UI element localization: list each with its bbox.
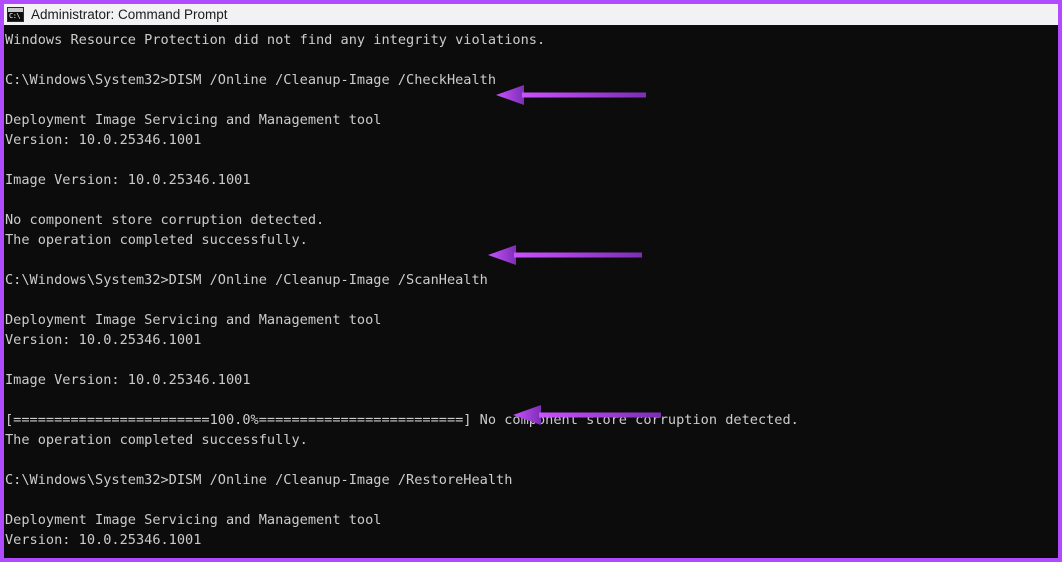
terminal-line: Deployment Image Servicing and Managemen… bbox=[5, 312, 382, 328]
terminal-line: Version: 10.0.25346.1001 bbox=[5, 332, 202, 348]
terminal-line: No component store corruption detected. bbox=[5, 212, 325, 228]
terminal-line: The operation completed successfully. bbox=[5, 432, 308, 448]
terminal-line: Image Version: 10.0.25346.1001 bbox=[5, 172, 251, 188]
terminal-line: Version: 10.0.25346.1001 bbox=[5, 132, 202, 148]
title-bar[interactable]: C:\ Administrator: Command Prompt bbox=[4, 0, 1058, 25]
terminal-line: [========================100.0%=========… bbox=[5, 412, 799, 428]
console-icon-label: C:\ bbox=[9, 12, 21, 20]
terminal-line: The operation completed successfully. bbox=[5, 232, 308, 248]
console-output-area[interactable]: Windows Resource Protection did not find… bbox=[4, 25, 1058, 554]
terminal-line: Image Version: 10.0.25346.1001 bbox=[5, 372, 251, 388]
command-prompt-window: C:\ Administrator: Command Prompt Window… bbox=[0, 0, 1062, 562]
terminal-line: Version: 10.0.25346.1001 bbox=[5, 532, 202, 548]
terminal-line: C:\Windows\System32>DISM /Online /Cleanu… bbox=[5, 472, 513, 488]
window-title: Administrator: Command Prompt bbox=[31, 6, 228, 22]
terminal-line: Deployment Image Servicing and Managemen… bbox=[5, 512, 382, 528]
terminal-line: Deployment Image Servicing and Managemen… bbox=[5, 112, 382, 128]
terminal-line: C:\Windows\System32>DISM /Online /Cleanu… bbox=[5, 72, 497, 88]
terminal-line: C:\Windows\System32>DISM /Online /Cleanu… bbox=[5, 272, 488, 288]
console-icon: C:\ bbox=[7, 7, 24, 22]
terminal-text: Windows Resource Protection did not find… bbox=[4, 25, 848, 554]
terminal-line: Windows Resource Protection did not find… bbox=[5, 32, 546, 48]
